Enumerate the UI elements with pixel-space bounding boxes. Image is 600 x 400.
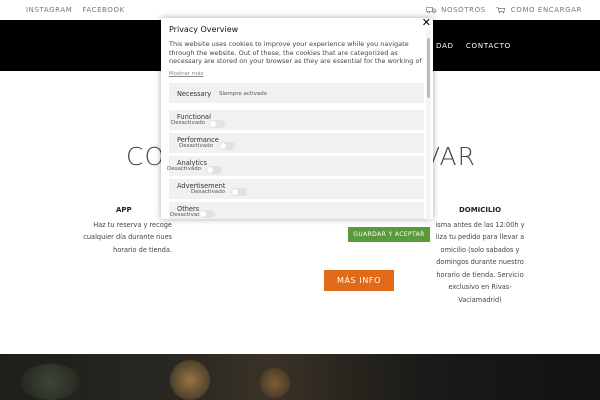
como-encargar-link[interactable]: COMO ENCARGAR — [496, 6, 582, 14]
app-column: APP Haz tu reserva y recoge cualquier dí… — [60, 204, 172, 256]
domicilio-line: domingos durante nuestro — [436, 258, 524, 266]
scrollbar-thumb[interactable] — [427, 38, 430, 98]
app-line: Haz tu reserva y recoge — [93, 220, 172, 229]
facebook-link[interactable]: FACEBOOK — [82, 6, 124, 14]
domicilio-line: horario de tienda. Servicio — [436, 270, 524, 279]
category-status: Desactivado — [191, 189, 226, 195]
cart-icon — [496, 7, 506, 14]
functional-toggle[interactable] — [209, 120, 225, 128]
category-name: Necessary — [177, 90, 212, 98]
modal-scrollbar[interactable] — [426, 30, 431, 220]
category-status: Desactivado — [167, 166, 202, 172]
modal-description: This website uses cookies to improve you… — [169, 40, 422, 65]
domicilio-column: DOMICILIO isma antes de las 12:00h y liz… — [428, 204, 532, 306]
footer-background-image — [0, 354, 600, 400]
top-bar: INSTAGRAM FACEBOOK NOSOTROS COMO ENCARGA… — [0, 0, 600, 20]
cookie-category-others[interactable]: Others Desactivado — [169, 202, 424, 219]
category-status: Desactivado — [179, 143, 214, 149]
domicilio-line: exclusivo en Rivas-Vaciamadrid) — [448, 283, 512, 304]
app-title: APP — [116, 206, 132, 214]
nosotros-link[interactable]: NOSOTROS — [426, 6, 486, 14]
cookie-category-analytics[interactable]: Analytics Desactivado — [167, 156, 424, 176]
others-toggle[interactable] — [199, 210, 215, 218]
como-encargar-label: COMO ENCARGAR — [510, 6, 582, 14]
app-line: horario de tienda. — [113, 245, 172, 254]
category-status: Siempre activado — [219, 91, 268, 97]
truck-icon — [426, 7, 437, 14]
cookie-category-advertisement[interactable]: Advertisement Desactivado — [169, 179, 424, 199]
instagram-link[interactable]: INSTAGRAM — [26, 6, 72, 14]
modal-title: Privacy Overview — [169, 25, 239, 34]
main-nav: DAD CONTACTO — [436, 42, 511, 50]
nav-item-contacto[interactable]: CONTACTO — [466, 42, 511, 50]
save-and-accept-button[interactable]: GUARDAR Y ACEPTAR — [348, 227, 430, 242]
domicilio-line: isma antes de las 12:00h y — [435, 220, 525, 229]
advertisement-toggle[interactable] — [231, 188, 247, 196]
domicilio-line: liza tu pedido para llevar a — [435, 233, 525, 241]
nav-item-partial[interactable]: DAD — [436, 42, 454, 50]
privacy-modal: ✕ Privacy Overview This website uses coo… — [161, 17, 433, 220]
nosotros-label: NOSOTROS — [441, 6, 486, 14]
analytics-toggle[interactable] — [206, 166, 222, 174]
cookie-category-performance[interactable]: Performance Desactivado — [169, 133, 424, 153]
performance-toggle[interactable] — [219, 142, 235, 150]
cookie-category-necessary[interactable]: Necessary Siempre activado — [169, 83, 424, 103]
section-title-left: CO — [126, 142, 166, 171]
domicilio-line: omicilio (solo sabados y — [440, 245, 520, 254]
app-line: cualquier día durante nues — [83, 233, 172, 241]
mas-info-button[interactable]: MÁS INFO — [324, 270, 394, 291]
show-more-link[interactable]: Mostrar más — [169, 71, 425, 77]
domicilio-title: DOMICILIO — [458, 206, 502, 214]
category-status: Desactivado — [171, 120, 206, 126]
cookie-category-functional[interactable]: Functional Desactivado — [169, 110, 424, 130]
